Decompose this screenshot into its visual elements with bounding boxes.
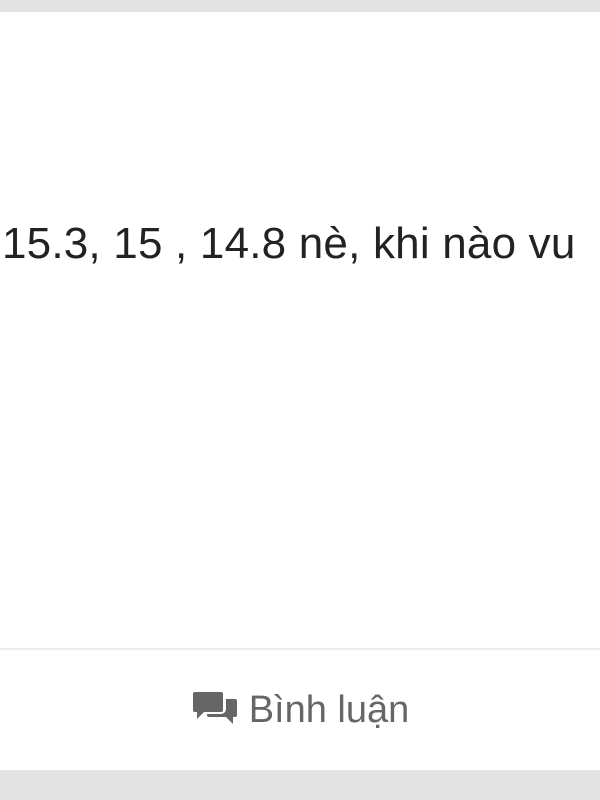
post-text: 15.3, 15 , 14.8 nè, khi nào vu <box>2 219 576 268</box>
feed-gap-bottom <box>0 770 600 800</box>
post-body: 15.3, 15 , 14.8 nè, khi nào vu <box>0 12 600 648</box>
feed-gap-top <box>0 0 600 12</box>
comment-label: Bình luận <box>248 689 410 731</box>
post-action-bar: Bình luận <box>0 650 600 770</box>
comment-bubbles-icon <box>191 690 239 730</box>
post-card: 15.3, 15 , 14.8 nè, khi nào vu Bình luận <box>0 12 600 770</box>
comment-button[interactable]: Bình luận <box>191 688 410 732</box>
